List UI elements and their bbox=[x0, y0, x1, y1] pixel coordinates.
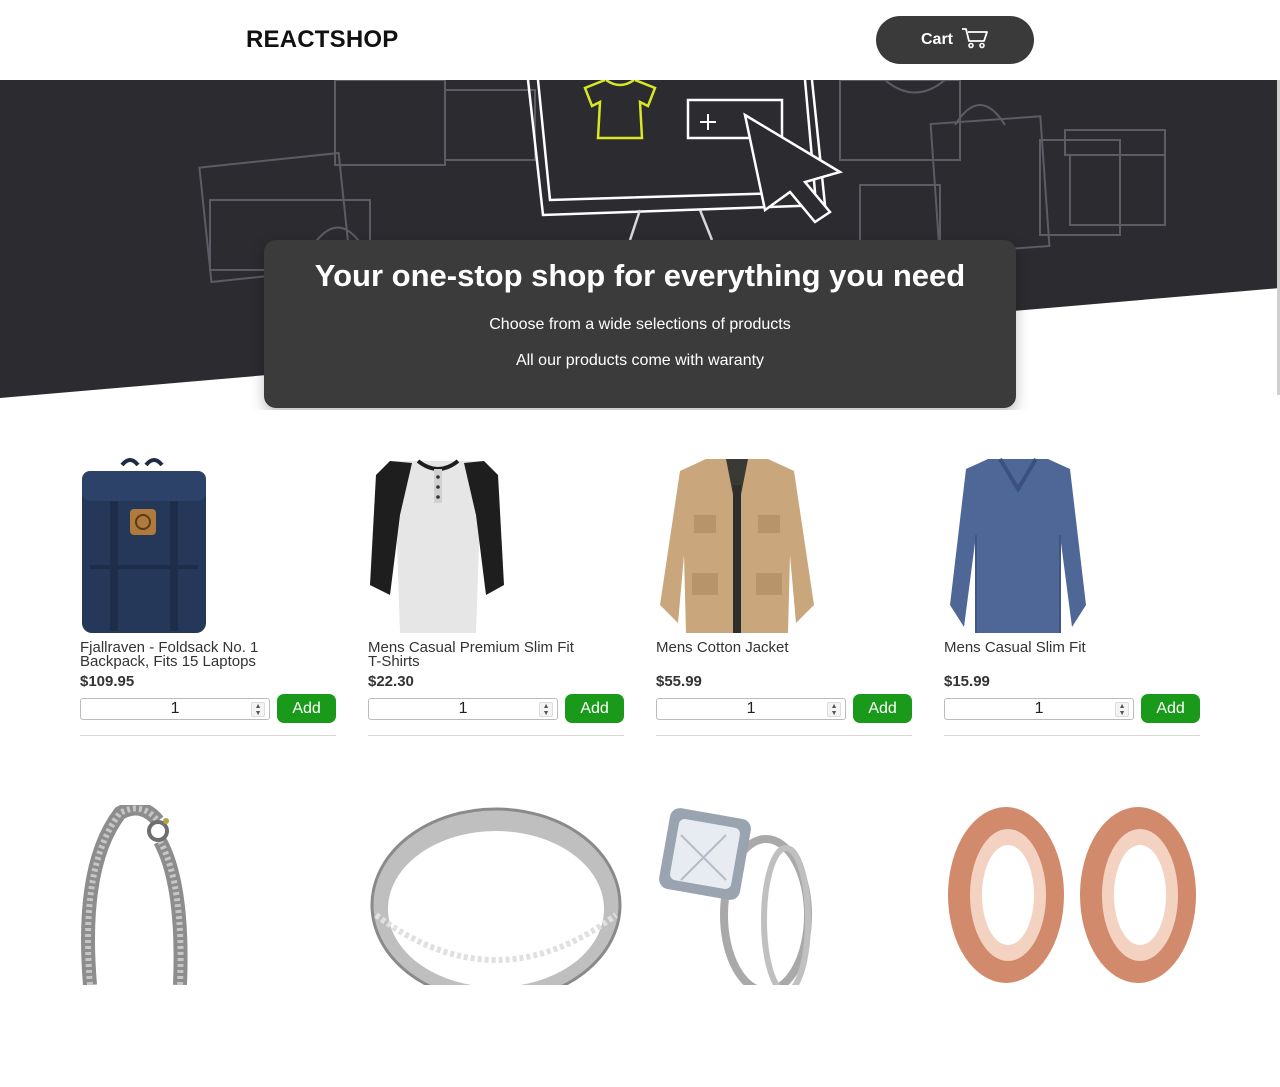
add-to-cart-button[interactable]: Add bbox=[853, 694, 912, 723]
quantity-stepper[interactable]: ▲ ▼ bbox=[827, 701, 842, 717]
long-sleeve-image[interactable] bbox=[944, 455, 1200, 635]
quantity-input[interactable]: 1 ▲ ▼ bbox=[656, 697, 847, 720]
quantity-input[interactable]: 1 ▲ ▼ bbox=[944, 697, 1135, 720]
add-to-cart-button[interactable]: Add bbox=[1141, 694, 1200, 723]
quantity-value: 1 bbox=[170, 699, 180, 717]
product-card: Fjallraven - Foldsack No. 1 Backpack, Fi… bbox=[80, 455, 336, 737]
quantity-value: 1 bbox=[1034, 699, 1044, 717]
product-price: $55.99 bbox=[656, 673, 702, 690]
jacket-image[interactable] bbox=[656, 455, 912, 635]
hero-banner: Your one-stop shop for everything you ne… bbox=[0, 80, 1280, 410]
product-price: $109.95 bbox=[80, 673, 135, 690]
rose-gold-tunnels-image[interactable] bbox=[944, 805, 1200, 985]
product-card bbox=[656, 805, 912, 1087]
product-card bbox=[80, 805, 336, 1087]
silver-ring-image[interactable] bbox=[368, 805, 624, 985]
hero-card: Your one-stop shop for everything you ne… bbox=[264, 240, 1016, 408]
bracelet-image[interactable] bbox=[80, 805, 336, 985]
hero-subtitle-2: All our products come with waranty bbox=[515, 352, 765, 369]
product-price: $22.30 bbox=[368, 673, 414, 690]
card-divider bbox=[656, 735, 912, 736]
quantity-input[interactable]: 1 ▲ ▼ bbox=[368, 697, 559, 720]
product-card bbox=[368, 805, 624, 1087]
quantity-value: 1 bbox=[458, 699, 468, 717]
quantity-stepper[interactable]: ▲ ▼ bbox=[1115, 701, 1130, 717]
product-card: Mens Casual Premium Slim Fit T-Shirts $2… bbox=[368, 455, 624, 737]
product-title[interactable]: Fjallraven - Foldsack No. 1 Backpack, Fi… bbox=[80, 641, 300, 669]
brand-logo[interactable]: REACTSHOP bbox=[246, 26, 398, 54]
product-card: Mens Cotton Jacket $55.99 1 ▲ ▼ Add bbox=[656, 455, 912, 737]
add-to-cart-button[interactable]: Add bbox=[565, 694, 624, 723]
card-divider bbox=[368, 735, 624, 736]
shirt-image[interactable] bbox=[368, 455, 624, 635]
quantity-stepper[interactable]: ▲ ▼ bbox=[539, 701, 554, 717]
card-divider bbox=[944, 735, 1200, 736]
product-title[interactable]: Mens Casual Slim Fit bbox=[944, 641, 1164, 669]
product-card bbox=[944, 805, 1200, 1087]
product-price: $15.99 bbox=[944, 673, 990, 690]
cart-label: Cart bbox=[920, 31, 953, 48]
site-header: REACTSHOP Cart bbox=[0, 0, 1280, 80]
cart-icon bbox=[961, 27, 989, 54]
quantity-input[interactable]: 1 ▲ ▼ bbox=[80, 697, 271, 720]
product-title[interactable]: Mens Casual Premium Slim Fit T-Shirts bbox=[368, 641, 588, 669]
hero-title: Your one-stop shop for everything you ne… bbox=[314, 258, 966, 293]
quantity-value: 1 bbox=[746, 699, 756, 717]
product-card: Mens Casual Slim Fit $15.99 1 ▲ ▼ Add bbox=[944, 455, 1200, 737]
backpack-image[interactable] bbox=[80, 455, 336, 635]
quantity-stepper[interactable]: ▲ ▼ bbox=[251, 701, 266, 717]
cart-button[interactable]: Cart bbox=[876, 16, 1034, 64]
product-grid: Fjallraven - Foldsack No. 1 Backpack, Fi… bbox=[80, 455, 1220, 1087]
product-title[interactable]: Mens Cotton Jacket bbox=[656, 641, 876, 669]
add-to-cart-button[interactable]: Add bbox=[277, 694, 336, 723]
card-divider bbox=[80, 735, 336, 736]
hero-subtitle-1: Choose from a wide selections of product… bbox=[489, 316, 791, 333]
diamond-ring-image[interactable] bbox=[656, 805, 912, 985]
